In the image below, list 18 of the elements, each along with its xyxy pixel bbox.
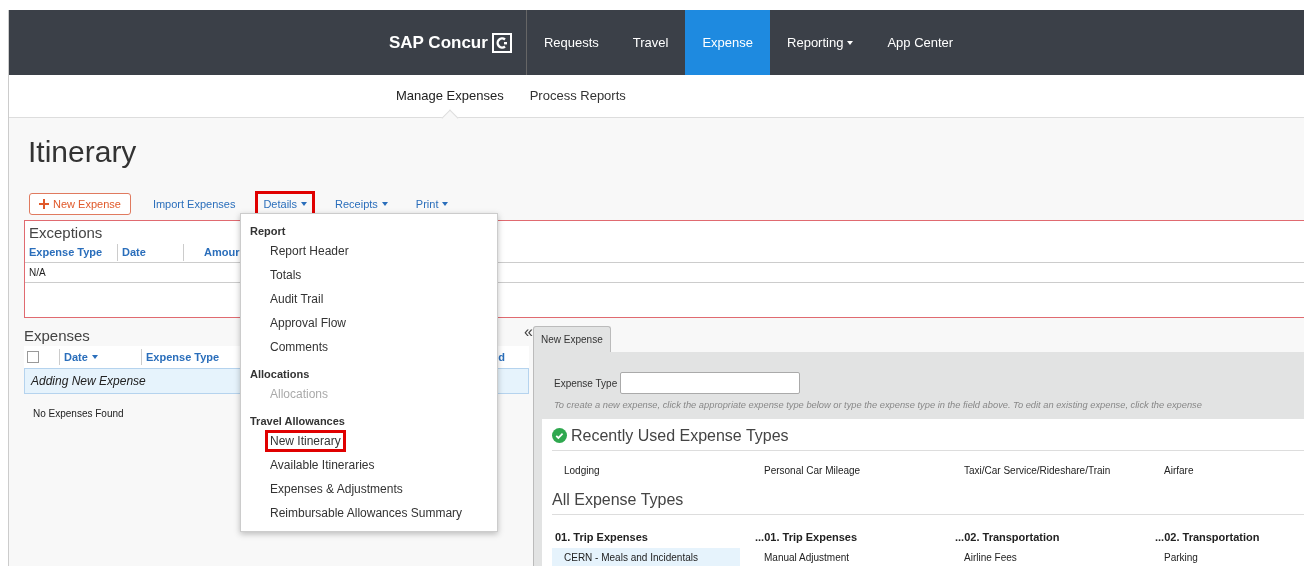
field-label: Expense Type <box>554 376 618 391</box>
category-heading: ...01. Trip Expenses <box>754 529 859 545</box>
category-heading: ...02. Transportation <box>954 529 1061 545</box>
brand-logo-text: SAP Concur <box>389 31 488 54</box>
column-header: Date <box>117 244 183 261</box>
section-heading: Recently Used Expense Types <box>571 425 789 446</box>
menu-section-heading: Allocations <box>250 367 311 382</box>
category-heading: 01. Trip Expenses <box>554 529 649 545</box>
menu-section-heading: Travel Allowances <box>250 414 346 429</box>
menu-section-heading: Report <box>250 224 287 239</box>
table-cell-text: N/A <box>28 266 47 280</box>
panel-title: Expenses <box>24 326 90 346</box>
panel-title: Exceptions <box>28 223 104 243</box>
category-heading: ...02. Transportation <box>1154 529 1261 545</box>
page-title: Itinerary <box>28 134 138 170</box>
section-heading: All Expense Types <box>552 487 1304 515</box>
hint-text: To create a new expense, click the appropriate expense type below or type the expense type in the field above. To edit an existing expense, click the expense <box>554 399 1203 412</box>
column-header: Expense Type <box>28 245 104 261</box>
